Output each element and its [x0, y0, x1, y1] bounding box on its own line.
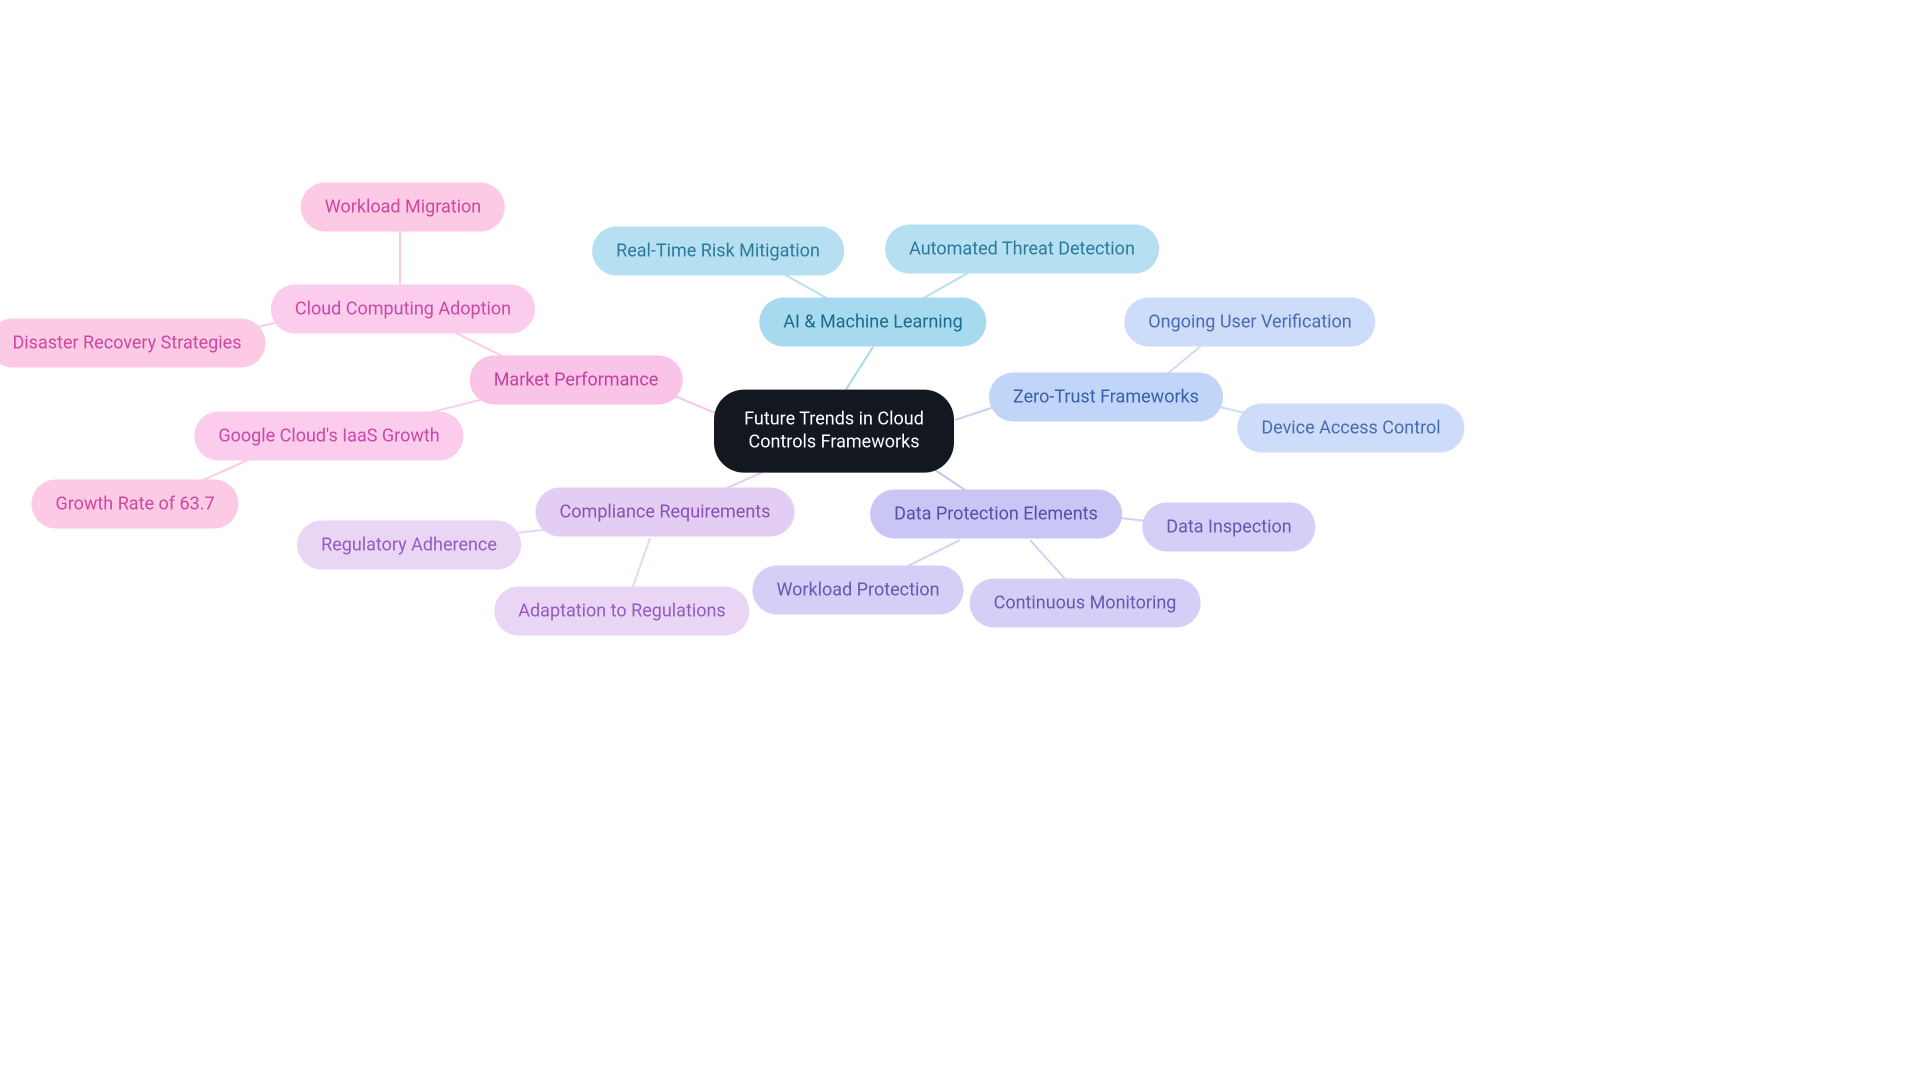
node-workload-protection[interactable]: Workload Protection: [752, 566, 963, 615]
node-data-inspection[interactable]: Data Inspection: [1142, 503, 1315, 552]
node-adaptation-regulations[interactable]: Adaptation to Regulations: [494, 587, 749, 636]
node-user-verification[interactable]: Ongoing User Verification: [1124, 298, 1375, 347]
node-workload-migration[interactable]: Workload Migration: [301, 183, 505, 232]
edge-layer: [0, 0, 1920, 1083]
node-google-iaas[interactable]: Google Cloud's IaaS Growth: [194, 412, 463, 461]
node-ai-ml[interactable]: AI & Machine Learning: [759, 298, 986, 347]
node-device-access[interactable]: Device Access Control: [1237, 404, 1464, 453]
node-zero-trust[interactable]: Zero-Trust Frameworks: [989, 373, 1223, 422]
node-cloud-adoption[interactable]: Cloud Computing Adoption: [271, 285, 535, 334]
node-disaster-recovery[interactable]: Disaster Recovery Strategies: [0, 319, 266, 368]
node-compliance[interactable]: Compliance Requirements: [536, 488, 795, 537]
node-continuous-monitoring[interactable]: Continuous Monitoring: [970, 579, 1201, 628]
node-realtime-risk[interactable]: Real-Time Risk Mitigation: [592, 227, 844, 276]
node-regulatory-adherence[interactable]: Regulatory Adherence: [297, 521, 521, 570]
node-data-protection[interactable]: Data Protection Elements: [870, 490, 1122, 539]
root-node[interactable]: Future Trends in Cloud Controls Framewor…: [714, 390, 954, 473]
node-market-performance[interactable]: Market Performance: [470, 356, 683, 405]
node-growth-rate[interactable]: Growth Rate of 63.7: [31, 480, 238, 529]
node-automated-threat[interactable]: Automated Threat Detection: [885, 225, 1159, 274]
